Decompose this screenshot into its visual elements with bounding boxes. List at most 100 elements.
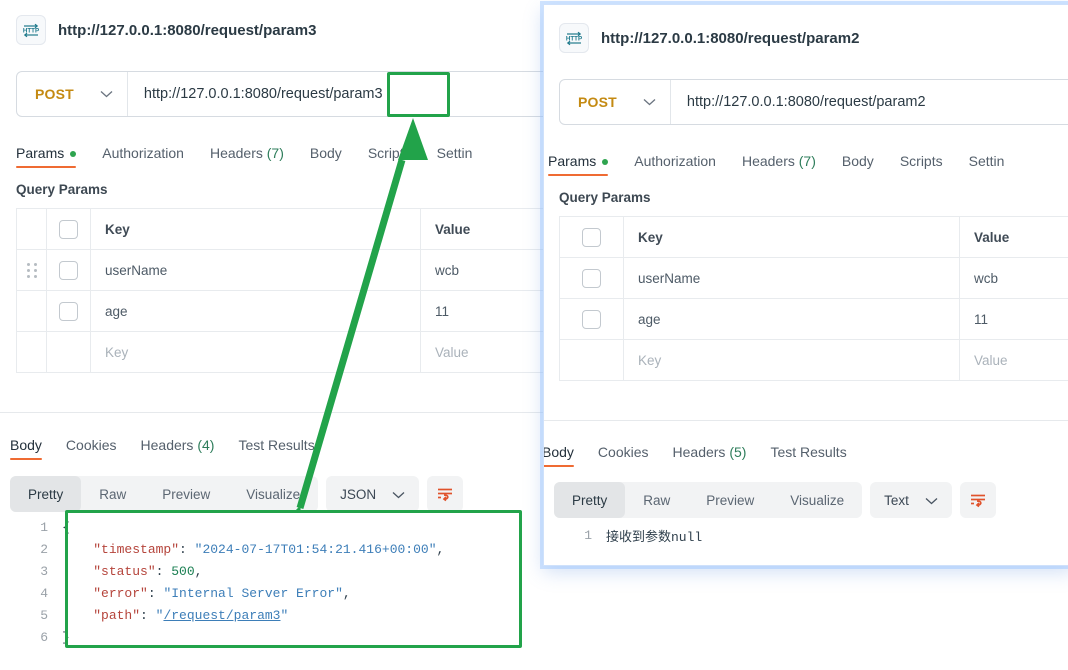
tab-count: (4) [197, 437, 215, 453]
drag-handle-placeholder [16, 331, 47, 373]
row-checkbox[interactable] [59, 301, 78, 321]
http-protocol-icon: HTTP [16, 15, 46, 45]
tab-label: Params [16, 145, 65, 161]
param-key[interactable]: userName [623, 257, 960, 299]
request-title: http://127.0.0.1:8080/request/param3 [58, 21, 317, 39]
response-format-selector[interactable]: Text [870, 482, 952, 518]
method-selector[interactable]: POST [17, 72, 128, 116]
response-tabs: Body Cookies Headers (4) Test Results [10, 432, 315, 460]
tab-body[interactable]: Body [842, 153, 874, 176]
tab-body[interactable]: Body [310, 145, 342, 168]
row-select-cell[interactable] [559, 298, 624, 340]
tab-headers[interactable]: Headers (7) [210, 145, 284, 168]
tab-settings[interactable]: Settin [437, 145, 473, 168]
row-select-cell[interactable] [46, 249, 91, 291]
url-bar[interactable]: POST http://127.0.0.1:8080/request/param… [16, 71, 616, 117]
tab-label: Headers [672, 444, 726, 460]
tab-authorization[interactable]: Authorization [634, 153, 716, 176]
request-tabs: Params Authorization Headers (7) Body Sc… [548, 146, 1004, 176]
row-checkbox[interactable] [582, 268, 601, 288]
tab-params[interactable]: Params [16, 145, 77, 168]
response-toolbar: Pretty Raw Preview Visualize Text [554, 482, 996, 518]
drag-handle-icon[interactable] [16, 249, 47, 291]
tab-label: Scripts [899, 153, 943, 169]
response-tab-headers[interactable]: Headers (5) [673, 444, 747, 467]
table-row: age 11 [559, 298, 1068, 340]
view-mode-pretty[interactable]: Pretty [10, 476, 82, 512]
response-tab-body[interactable]: Body [10, 437, 42, 460]
column-header-key: Key [90, 208, 421, 250]
handle-col-header [16, 208, 47, 250]
row-select-cell[interactable] [559, 257, 624, 299]
line-number: 1 [584, 527, 592, 543]
select-all-cell[interactable] [559, 216, 624, 258]
tab-label: Body [544, 444, 574, 460]
tab-scripts[interactable]: Scripts [368, 145, 411, 168]
tab-label: Headers [140, 437, 194, 453]
response-format-selector[interactable]: JSON [326, 476, 420, 512]
tab-count: (7) [798, 153, 816, 169]
wrap-lines-icon[interactable] [427, 476, 464, 512]
response-tab-headers[interactable]: Headers (4) [141, 437, 215, 460]
url-input[interactable]: http://127.0.0.1:8080/request/param2 [671, 80, 926, 124]
response-tab-test-results[interactable]: Test Results [238, 437, 314, 460]
param-key[interactable]: userName [90, 249, 421, 291]
param-key-placeholder[interactable]: Key [623, 339, 960, 381]
response-body-code[interactable]: 1 接收到参数null [566, 524, 1056, 546]
response-view-mode-group: Pretty Raw Preview Visualize [554, 482, 863, 518]
unsaved-dot-icon [70, 151, 77, 158]
response-tab-test-results[interactable]: Test Results [770, 444, 846, 467]
row-select-cell[interactable] [46, 290, 91, 332]
response-divider [0, 412, 560, 413]
code-line: 1 接收到参数null [566, 524, 1056, 546]
tab-headers[interactable]: Headers (7) [742, 153, 816, 176]
view-mode-visualize[interactable]: Visualize [228, 476, 318, 512]
tab-settings[interactable]: Settin [969, 153, 1005, 176]
url-bar[interactable]: POST http://127.0.0.1:8080/request/param… [559, 79, 1068, 125]
tab-authorization[interactable]: Authorization [102, 145, 184, 168]
column-header-key: Key [623, 216, 960, 258]
column-header-value: Value [959, 216, 1068, 258]
unsaved-dot-icon [602, 159, 609, 166]
view-mode-raw[interactable]: Raw [625, 482, 688, 518]
response-tab-cookies[interactable]: Cookies [598, 444, 649, 467]
tab-label: Scripts [367, 145, 411, 161]
tab-label: Body [309, 145, 342, 161]
select-all-checkbox[interactable] [582, 227, 601, 247]
view-mode-visualize[interactable]: Visualize [772, 482, 862, 518]
request-title: http://127.0.0.1:8080/request/param2 [601, 29, 860, 47]
tab-label: Test Results [238, 437, 315, 453]
tab-count: (7) [266, 145, 284, 161]
chevron-down-icon [925, 493, 938, 508]
param-value-placeholder[interactable]: Value [959, 339, 1068, 381]
tab-scripts[interactable]: Scripts [900, 153, 943, 176]
response-toolbar: Pretty Raw Preview Visualize JSON [10, 476, 464, 512]
method-selector[interactable]: POST [560, 80, 671, 124]
tab-params[interactable]: Params [548, 153, 609, 176]
wrap-lines-icon[interactable] [959, 482, 996, 518]
url-input[interactable]: http://127.0.0.1:8080/request/param3 [128, 72, 383, 116]
select-all-checkbox[interactable] [59, 219, 78, 239]
param-key[interactable]: age [90, 290, 421, 332]
response-tab-body[interactable]: Body [544, 444, 574, 467]
row-checkbox[interactable] [582, 309, 601, 329]
table-header-row: Key Value [559, 216, 1068, 258]
select-all-cell[interactable] [46, 208, 91, 250]
param-value[interactable]: 11 [959, 298, 1068, 340]
view-mode-pretty[interactable]: Pretty [554, 482, 626, 518]
view-mode-preview[interactable]: Preview [144, 476, 228, 512]
view-mode-raw[interactable]: Raw [81, 476, 144, 512]
query-params-title: Query Params [16, 182, 108, 197]
param-key-placeholder[interactable]: Key [90, 331, 421, 373]
row-checkbox[interactable] [59, 260, 78, 280]
response-tab-cookies[interactable]: Cookies [66, 437, 117, 460]
tab-label: Headers [741, 153, 795, 169]
request-panel-param2[interactable]: HTTP http://127.0.0.1:8080/request/param… [543, 4, 1068, 566]
query-params-title: Query Params [559, 190, 651, 205]
param-key[interactable]: age [623, 298, 960, 340]
param-value[interactable]: wcb [959, 257, 1068, 299]
line-number: 6 [40, 629, 48, 645]
view-mode-preview[interactable]: Preview [688, 482, 772, 518]
method-label: POST [35, 86, 74, 102]
request-title-row: HTTP http://127.0.0.1:8080/request/param… [16, 15, 316, 45]
